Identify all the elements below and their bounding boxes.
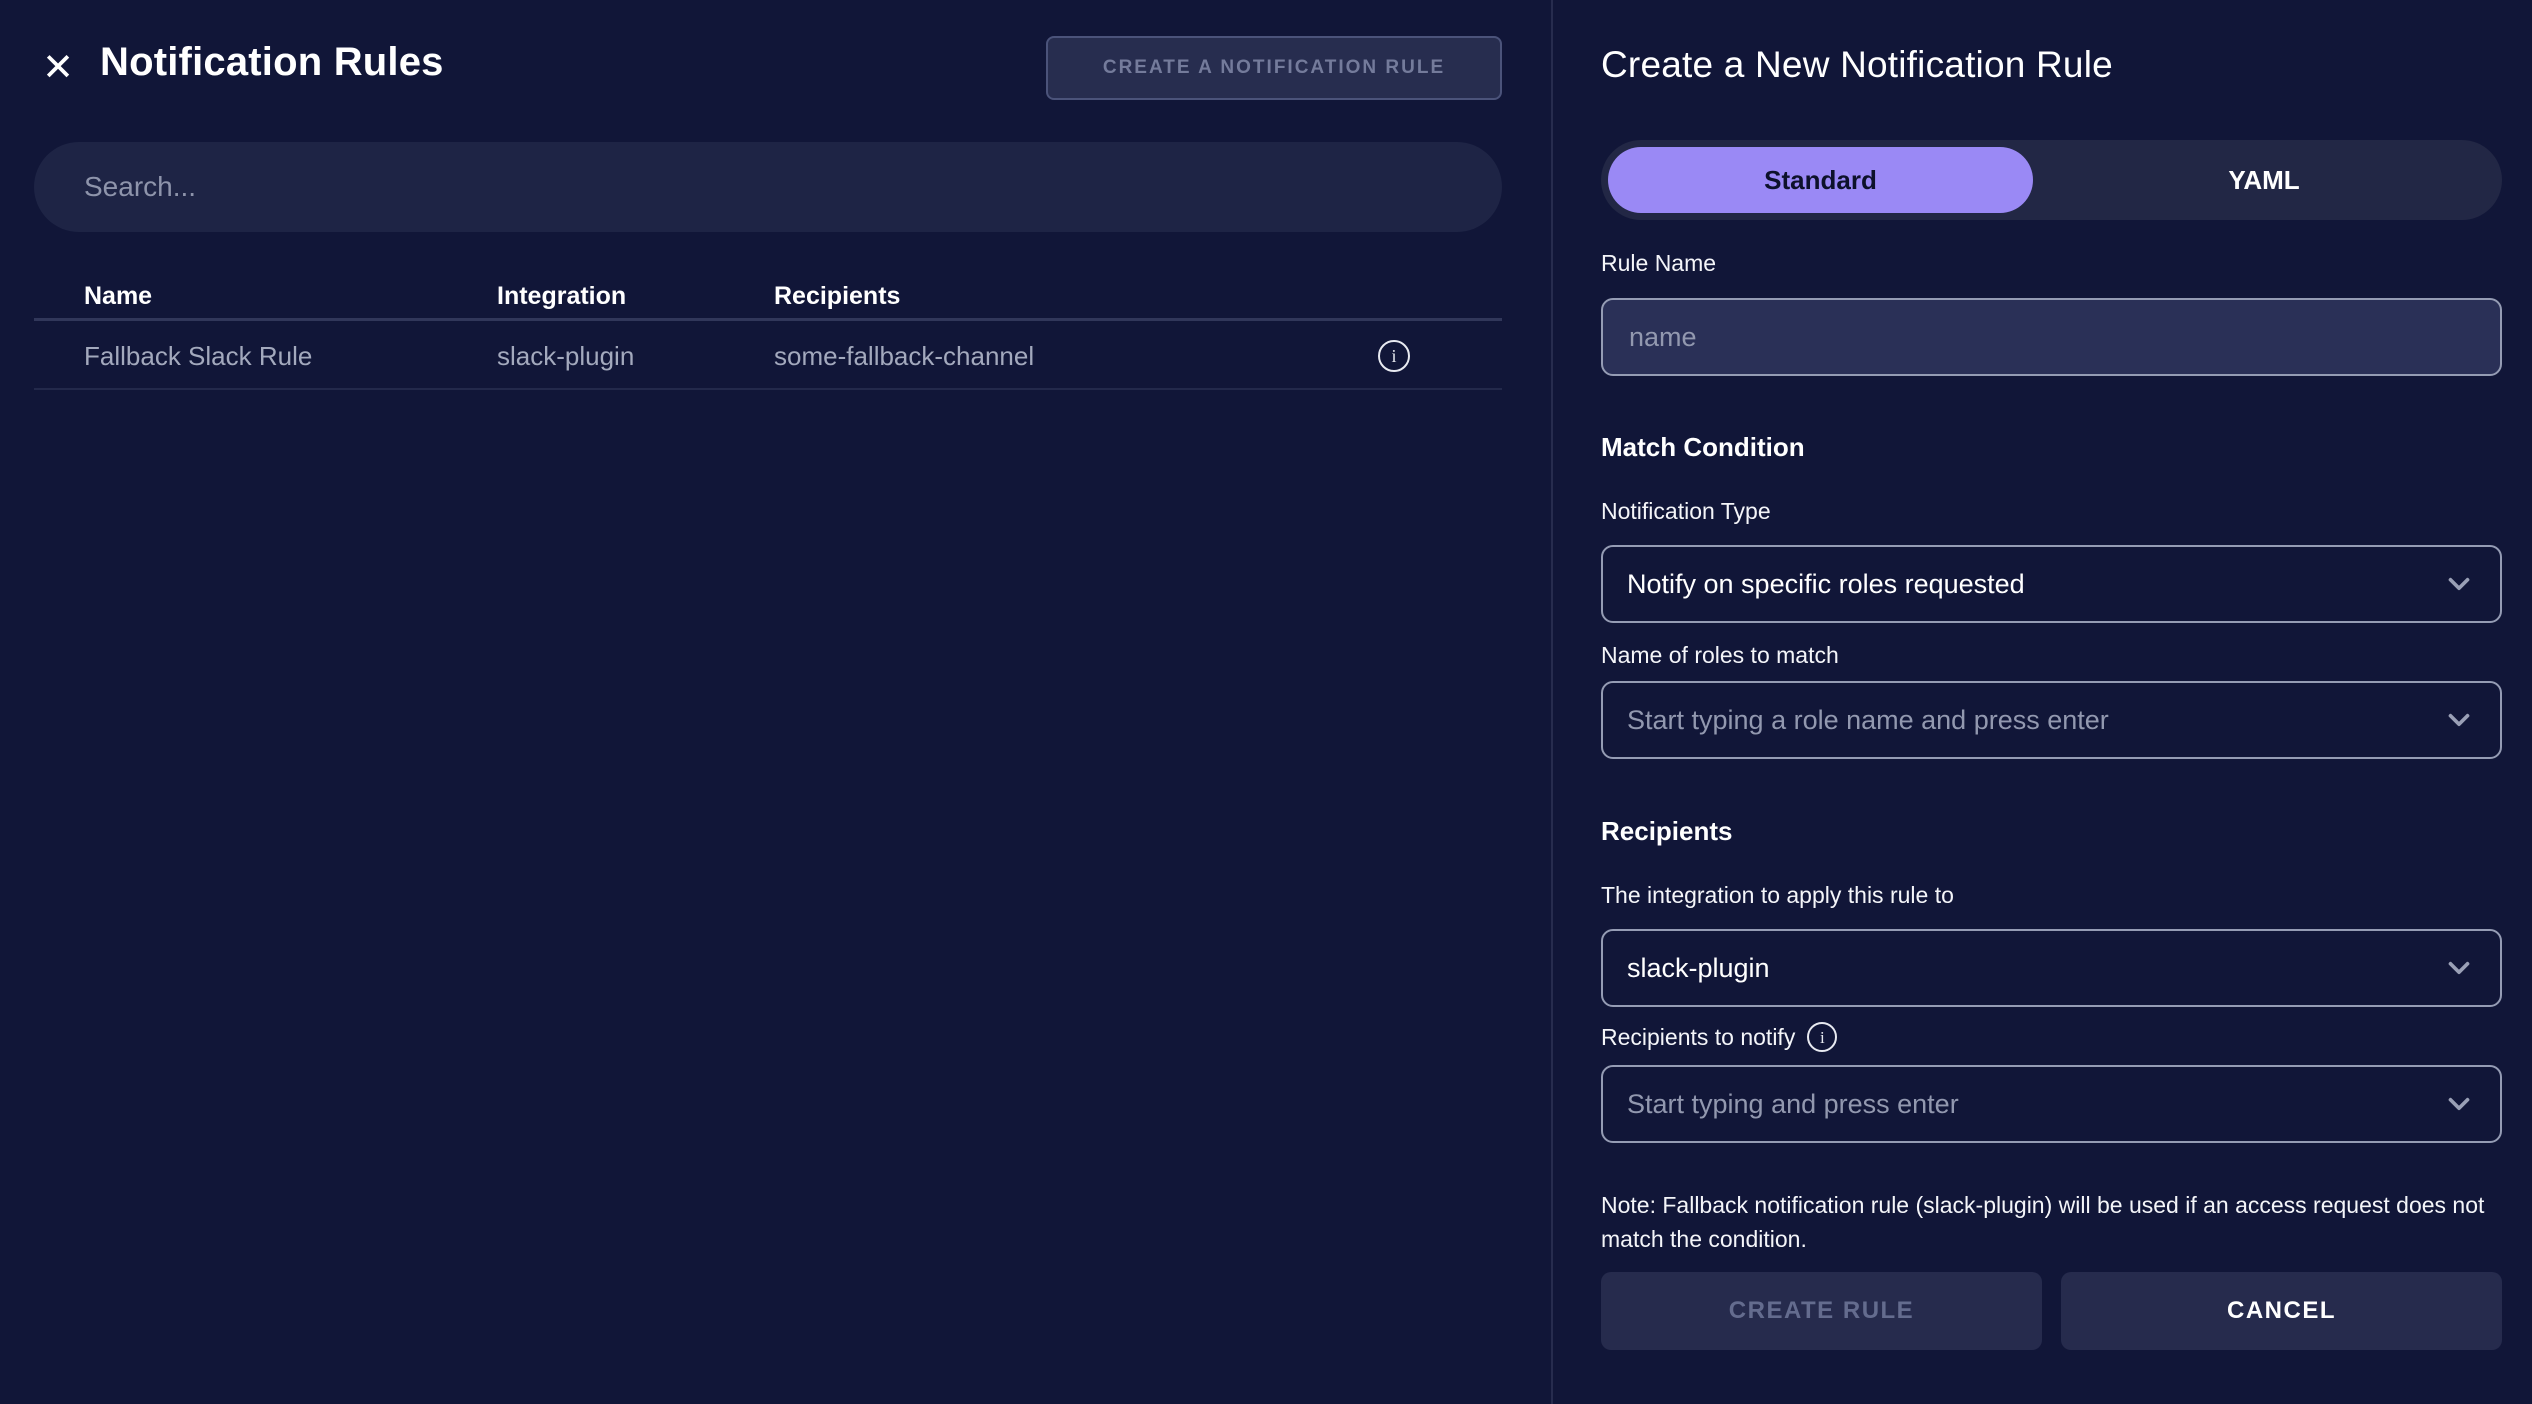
integration-select[interactable]: slack-plugin: [1601, 929, 2502, 1007]
fallback-note: Note: Fallback notification rule (slack-…: [1601, 1192, 2485, 1252]
integration-label: The integration to apply this rule to: [1601, 882, 1954, 908]
integration-value: slack-plugin: [1627, 952, 1770, 983]
tab-standard[interactable]: Standard: [1608, 147, 2033, 213]
rule-name-label: Rule Name: [1601, 250, 1717, 276]
recipients-to-notify-select[interactable]: Start typing and press enter: [1601, 1065, 2502, 1143]
create-notification-rule-button[interactable]: CREATE A NOTIFICATION RULE: [1046, 36, 1502, 100]
table-header-divider: [34, 318, 1502, 321]
recipients-to-notify-label-row: Recipients to notify i: [1601, 1022, 1838, 1052]
rule-name-field[interactable]: [1601, 298, 2502, 376]
create-rule-button[interactable]: CREATE RULE: [1601, 1272, 2042, 1350]
editor-mode-toggle: Standard YAML: [1601, 140, 2502, 220]
recipients-to-notify-placeholder: Start typing and press enter: [1627, 1088, 1959, 1119]
match-condition-heading: Match Condition: [1601, 432, 1805, 462]
notification-type-label: Notification Type: [1601, 498, 1771, 524]
info-icon[interactable]: i: [1378, 340, 1410, 372]
recipients-heading: Recipients: [1601, 816, 1733, 846]
table-row-divider: [34, 388, 1502, 390]
create-rule-panel: Create a New Notification Rule Standard …: [1551, 0, 2532, 1404]
close-icon[interactable]: ✕: [36, 46, 80, 90]
column-header-recipients: Recipients: [774, 282, 901, 310]
rule-integration-cell: slack-plugin: [497, 341, 635, 371]
cancel-button[interactable]: CANCEL: [2061, 1272, 2502, 1350]
chevron-down-icon: [2448, 1097, 2470, 1111]
chevron-down-icon: [2448, 713, 2470, 727]
chevron-down-icon: [2448, 577, 2470, 591]
notification-type-value: Notify on specific roles requested: [1627, 568, 2025, 599]
column-header-name: Name: [84, 282, 153, 310]
search-input[interactable]: [34, 142, 1502, 232]
roles-to-match-label: Name of roles to match: [1601, 642, 1839, 668]
notification-type-select[interactable]: Notify on specific roles requested: [1601, 545, 2502, 623]
info-icon[interactable]: i: [1807, 1022, 1838, 1052]
roles-to-match-select[interactable]: Start typing a role name and press enter: [1601, 681, 2502, 759]
rule-name-cell: Fallback Slack Rule: [84, 341, 313, 371]
create-rule-title: Create a New Notification Rule: [1601, 44, 2113, 85]
tab-yaml[interactable]: YAML: [2033, 147, 2495, 213]
rule-recipients-cell: some-fallback-channel: [774, 341, 1035, 371]
notification-rules-screen: ✕ Notification Rules CREATE A NOTIFICATI…: [0, 0, 2532, 1404]
column-header-integration: Integration: [497, 282, 627, 310]
recipients-to-notify-label: Recipients to notify: [1601, 1023, 1796, 1050]
page-title: Notification Rules: [100, 40, 444, 84]
roles-to-match-placeholder: Start typing a role name and press enter: [1627, 704, 2109, 735]
notification-rules-panel: ✕ Notification Rules CREATE A NOTIFICATI…: [0, 0, 1551, 1404]
chevron-down-icon: [2448, 961, 2470, 975]
